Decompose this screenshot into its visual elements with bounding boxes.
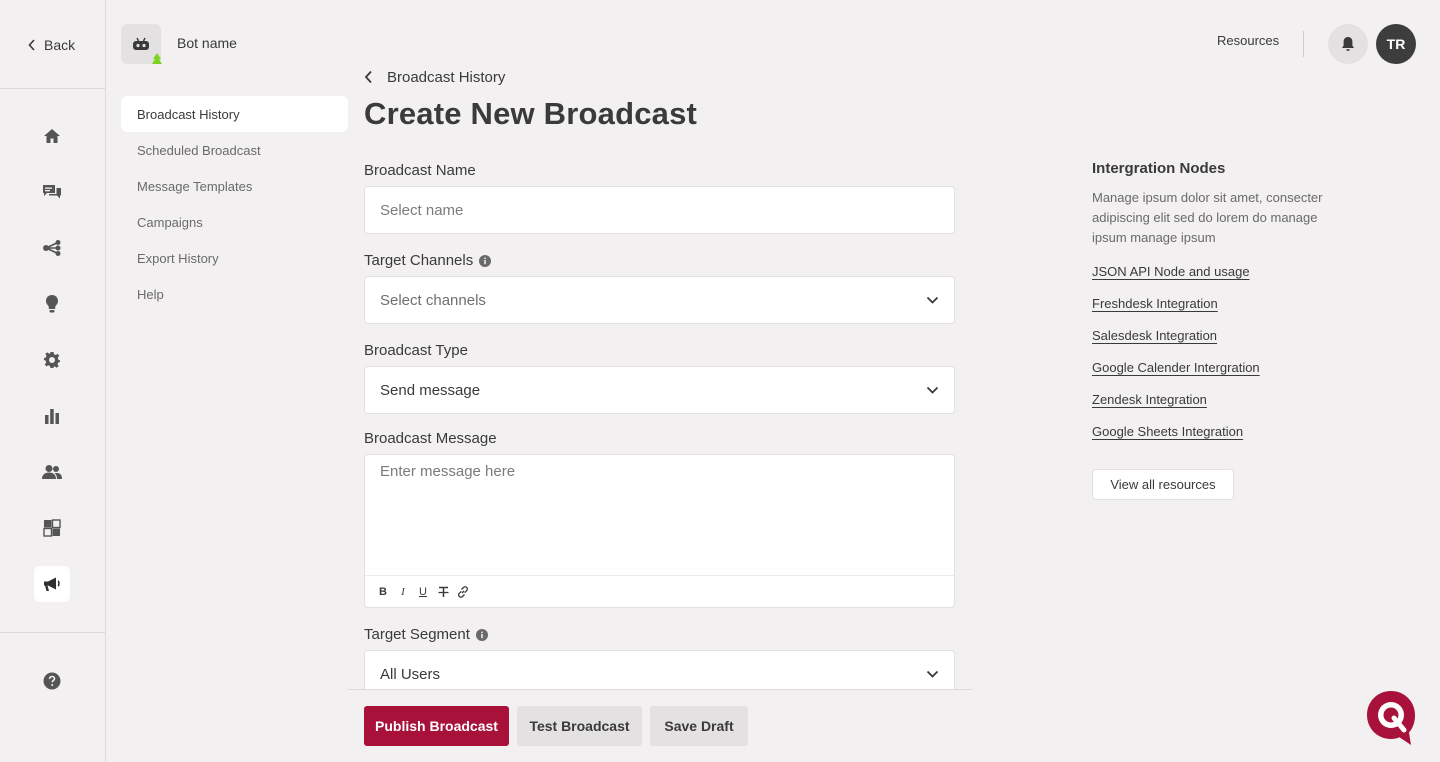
broadcast-form: Broadcast Name Target Channels Select ch… [348, 150, 972, 690]
flow-icon [42, 239, 62, 257]
broadcast-message-label: Broadcast Message [364, 430, 497, 447]
target-channels-label: Target Channels [364, 252, 492, 269]
chevron-down-icon [926, 670, 939, 678]
resource-link-json-api[interactable]: JSON API Node and usage [1092, 264, 1260, 296]
rail-users-button[interactable] [34, 454, 70, 490]
robot-icon [132, 37, 150, 51]
target-channels-select[interactable]: Select channels [364, 276, 955, 324]
resource-link-salesdesk[interactable]: Salesdesk Integration [1092, 328, 1260, 360]
breadcrumb-label: Broadcast History [387, 68, 506, 86]
chevron-down-icon [926, 386, 939, 394]
test-broadcast-button[interactable]: Test Broadcast [517, 706, 642, 746]
broadcast-message-input[interactable] [380, 463, 940, 563]
resource-link-zendesk[interactable]: Zendesk Integration [1092, 392, 1260, 424]
italic-icon[interactable]: I [397, 585, 409, 599]
bulb-icon [45, 294, 59, 314]
chat-icon [42, 183, 62, 201]
message-toolbar: B I U [365, 575, 954, 607]
chevron-down-icon [926, 296, 939, 304]
page-title: Create New Broadcast [364, 96, 698, 131]
user-avatar[interactable]: TR [1376, 24, 1416, 64]
chevron-left-icon [28, 39, 36, 51]
subnav-item-message-templates[interactable]: Message Templates [121, 168, 348, 204]
resources-link[interactable]: Resources [1217, 33, 1279, 48]
rail-settings-button[interactable] [34, 342, 70, 378]
resource-link-freshdesk[interactable]: Freshdesk Integration [1092, 296, 1260, 328]
broadcast-name-input[interactable] [380, 201, 939, 219]
broadcast-type-label-text: Broadcast Type [364, 342, 468, 359]
chat-bubble-q-icon [1364, 688, 1418, 748]
target-segment-label-text: Target Segment [364, 626, 470, 643]
link-icon[interactable] [457, 585, 469, 599]
target-channels-label-text: Target Channels [364, 252, 474, 269]
info-icon[interactable] [475, 628, 488, 641]
rail-divider [0, 88, 105, 89]
bold-icon[interactable]: B [377, 585, 389, 599]
broadcast-subnav: Broadcast History Scheduled Broadcast Me… [121, 96, 348, 312]
bot-name: Bot name [177, 35, 237, 51]
publish-broadcast-button[interactable]: Publish Broadcast [364, 706, 509, 746]
rail-conversations-button[interactable] [34, 174, 70, 210]
rail-home-button[interactable] [34, 118, 70, 154]
resources-link-list: JSON API Node and usage Freshdesk Integr… [1092, 264, 1260, 456]
target-segment-value: All Users [380, 665, 441, 683]
broadcast-type-label: Broadcast Type [364, 342, 468, 359]
subnav-item-broadcast-history[interactable]: Broadcast History [121, 96, 348, 132]
breadcrumb[interactable]: Broadcast History [364, 67, 505, 87]
save-draft-button[interactable]: Save Draft [650, 706, 748, 746]
broadcast-name-label: Broadcast Name [364, 162, 476, 179]
resources-panel-description: Manage ipsum dolor sit amet, consecter a… [1092, 190, 1323, 245]
target-channels-placeholder: Select channels [380, 291, 486, 309]
help-icon [43, 672, 61, 690]
chevron-left-icon [364, 70, 373, 84]
resources-panel-title: Intergration Nodes [1092, 160, 1226, 177]
view-all-resources-button[interactable]: View all resources [1092, 469, 1234, 500]
header-divider [1303, 31, 1304, 57]
notifications-button[interactable] [1328, 24, 1368, 64]
rail-divider [0, 632, 105, 633]
subnav-item-scheduled-broadcast[interactable]: Scheduled Broadcast [121, 132, 348, 168]
subnav-item-help[interactable]: Help [121, 276, 348, 312]
broadcast-type-select[interactable]: Send message [364, 366, 955, 414]
target-segment-label: Target Segment [364, 626, 488, 643]
back-label: Back [44, 37, 76, 53]
integration-icon [43, 519, 61, 537]
target-segment-select[interactable]: All Users [364, 650, 955, 689]
users-icon [41, 464, 63, 480]
rail-broadcast-button[interactable] [34, 566, 70, 602]
resource-link-google-calendar[interactable]: Google Calender Intergration [1092, 360, 1260, 392]
rail-ideas-button[interactable] [34, 286, 70, 322]
bot-status-icon [151, 52, 163, 66]
megaphone-icon [43, 576, 61, 592]
underline-icon[interactable]: U [417, 585, 429, 599]
subnav-item-campaigns[interactable]: Campaigns [121, 204, 348, 240]
chat-launcher-button[interactable] [1364, 688, 1418, 748]
info-icon[interactable] [479, 254, 492, 267]
back-button[interactable]: Back [28, 35, 75, 55]
broadcast-message-label-text: Broadcast Message [364, 430, 497, 447]
strikethrough-icon[interactable] [437, 585, 449, 599]
subnav-item-export-history[interactable]: Export History [121, 240, 348, 276]
gear-icon [43, 351, 61, 369]
rail-analytics-button[interactable] [34, 398, 70, 434]
resource-link-google-sheets[interactable]: Google Sheets Integration [1092, 424, 1260, 456]
broadcast-name-field[interactable] [364, 186, 955, 234]
broadcast-message-editor: B I U [364, 454, 955, 608]
bar-chart-icon [44, 408, 60, 424]
home-icon [43, 128, 61, 144]
broadcast-name-label-text: Broadcast Name [364, 162, 476, 179]
left-rail: Back [0, 0, 106, 762]
bell-icon [1341, 36, 1355, 52]
rail-integrations-button[interactable] [34, 510, 70, 546]
rail-flows-button[interactable] [34, 230, 70, 266]
broadcast-type-value: Send message [380, 381, 481, 399]
rail-help-button[interactable] [34, 663, 70, 699]
